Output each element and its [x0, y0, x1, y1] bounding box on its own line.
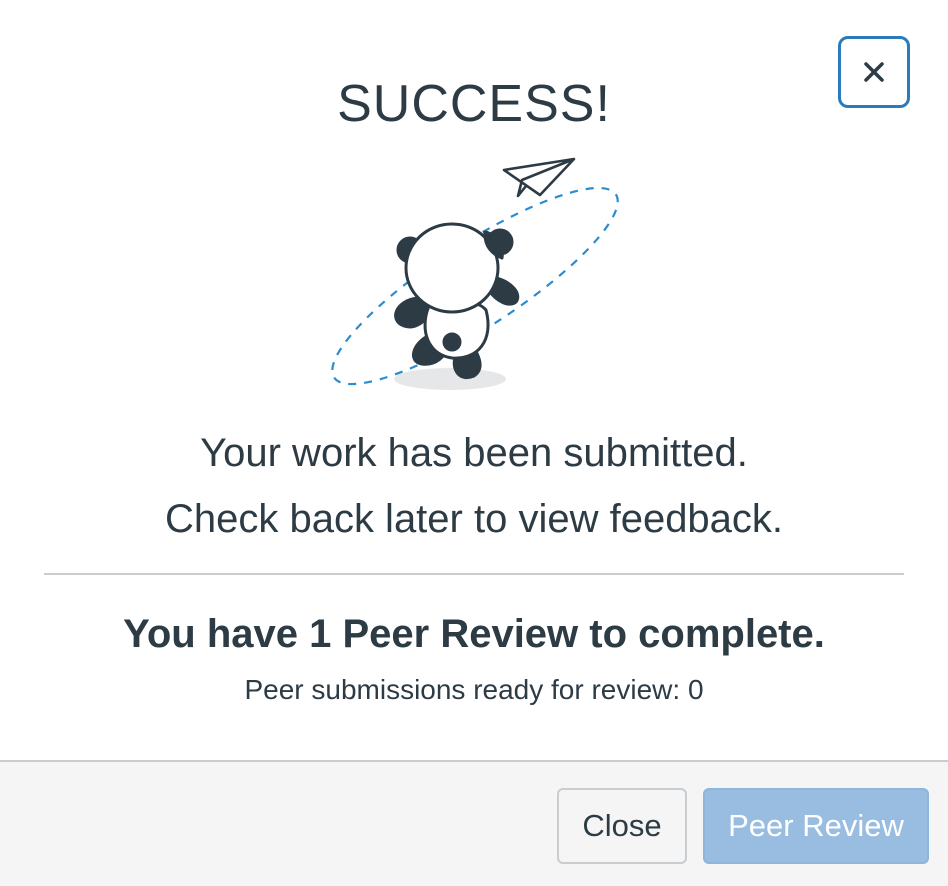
success-dialog: SUCCESS! Your work has been submitted. C… [0, 0, 948, 886]
divider [44, 573, 904, 575]
message-line-2: Check back later to view feedback. [164, 497, 784, 541]
peer-review-heading: You have 1 Peer Review to complete. [123, 612, 825, 656]
peer-submissions-status: Peer submissions ready for review: 0 [244, 674, 704, 705]
dialog-title: SUCCESS! [337, 75, 611, 133]
dialog-footer: Close Peer Review [0, 760, 948, 886]
close-button[interactable]: Close [557, 788, 687, 864]
message-line-1: Your work has been submitted. [200, 431, 748, 475]
panda-paper-plane-icon [331, 157, 619, 390]
submission-message: Your work has been submitted. Check back… [0, 420, 948, 552]
peer-review-button[interactable]: Peer Review [703, 788, 929, 864]
